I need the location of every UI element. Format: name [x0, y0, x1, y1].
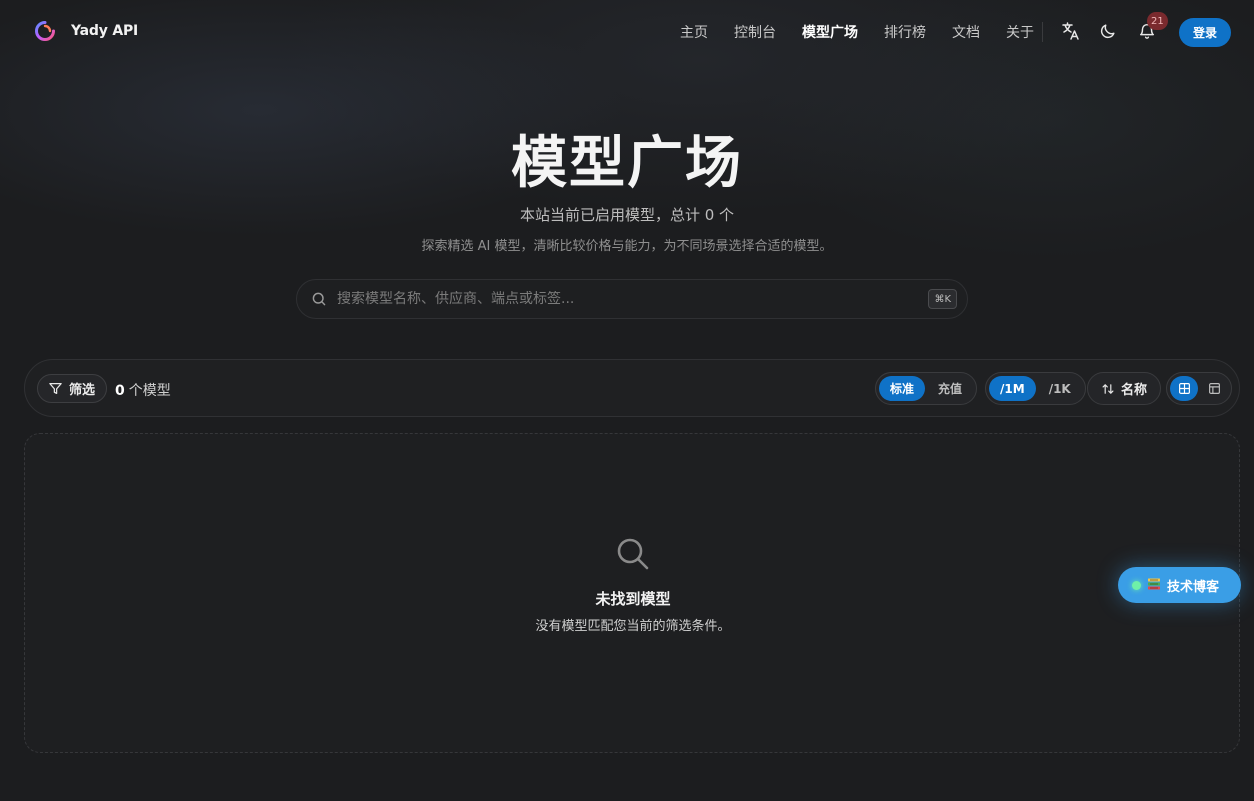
model-results-panel: 未找到模型 没有模型匹配您当前的筛选条件。 — [24, 433, 1240, 753]
page-description: 探索精选 AI 模型，清晰比较价格与能力，为不同场景选择合适的模型。 — [421, 239, 833, 254]
price-mode-recharge[interactable]: 充值 — [927, 376, 973, 401]
page-title: 模型广场 — [511, 131, 743, 196]
brand-name: Yady API — [71, 23, 139, 39]
view-mode-toggle — [1166, 372, 1232, 405]
search-icon — [311, 291, 327, 307]
grid-view-button[interactable] — [1170, 376, 1198, 401]
model-count-suffix: 个模型 — [128, 383, 171, 399]
unit-per-1m[interactable]: /1M — [989, 376, 1036, 401]
unit-per-1k[interactable]: /1K — [1038, 376, 1082, 401]
nav-item-console[interactable]: 控制台 — [734, 22, 776, 42]
top-header: Yady API 主页 控制台 模型广场 排行榜 文档 关于 21 登录 — [0, 0, 1254, 66]
filter-label: 筛选 — [69, 383, 96, 398]
empty-state-description: 没有模型匹配您当前的筛选条件。 — [535, 619, 731, 634]
search-input[interactable] — [337, 291, 929, 307]
empty-state-title: 未找到模型 — [595, 590, 671, 608]
filter-button[interactable]: 筛选 — [37, 374, 108, 403]
translate-icon[interactable] — [1060, 20, 1082, 42]
nav-item-home[interactable]: 主页 — [680, 22, 708, 42]
empty-search-icon — [615, 536, 651, 576]
main-nav: 主页 控制台 模型广场 排行榜 文档 关于 — [680, 22, 1034, 42]
model-toolbar: 筛选 0 个模型 标准 充值 /1M /1K 名称 — [24, 359, 1240, 417]
tech-blog-label: 技术博客 — [1167, 579, 1220, 595]
moon-icon[interactable] — [1097, 20, 1119, 42]
notification-badge: 21 — [1147, 12, 1168, 30]
login-button[interactable]: 登录 — [1179, 18, 1231, 47]
shortcut-hint: ⌘K — [928, 289, 957, 309]
nav-item-leaderboard[interactable]: 排行榜 — [884, 22, 926, 42]
table-view-button[interactable] — [1200, 376, 1228, 401]
brand[interactable]: Yady API — [35, 21, 138, 41]
status-dot — [1132, 580, 1141, 590]
books-icon — [1147, 576, 1161, 595]
model-count-value: 0 — [115, 383, 125, 399]
price-mode-toggle: 标准 充值 — [875, 372, 978, 405]
brand-logo-icon — [35, 21, 55, 41]
page-subtitle: 本站当前已启用模型，总计 0 个 — [519, 206, 735, 224]
sort-icon — [1102, 383, 1114, 394]
tech-blog-button[interactable]: 技术博客 — [1118, 567, 1241, 603]
filter-icon — [49, 382, 62, 395]
price-unit-toggle: /1M /1K — [985, 372, 1086, 405]
sort-button[interactable]: 名称 — [1087, 372, 1162, 405]
nav-item-docs[interactable]: 文档 — [952, 22, 980, 42]
nav-item-about[interactable]: 关于 — [1006, 22, 1034, 42]
price-mode-standard[interactable]: 标准 — [879, 376, 926, 401]
grid-icon — [1178, 383, 1190, 394]
nav-item-model-square[interactable]: 模型广场 — [802, 22, 858, 42]
sort-label: 名称 — [1121, 383, 1148, 398]
search-bar[interactable]: ⌘K — [296, 279, 968, 319]
nav-divider — [1042, 22, 1043, 42]
model-count: 0 个模型 — [115, 380, 171, 400]
table-icon — [1208, 383, 1220, 394]
